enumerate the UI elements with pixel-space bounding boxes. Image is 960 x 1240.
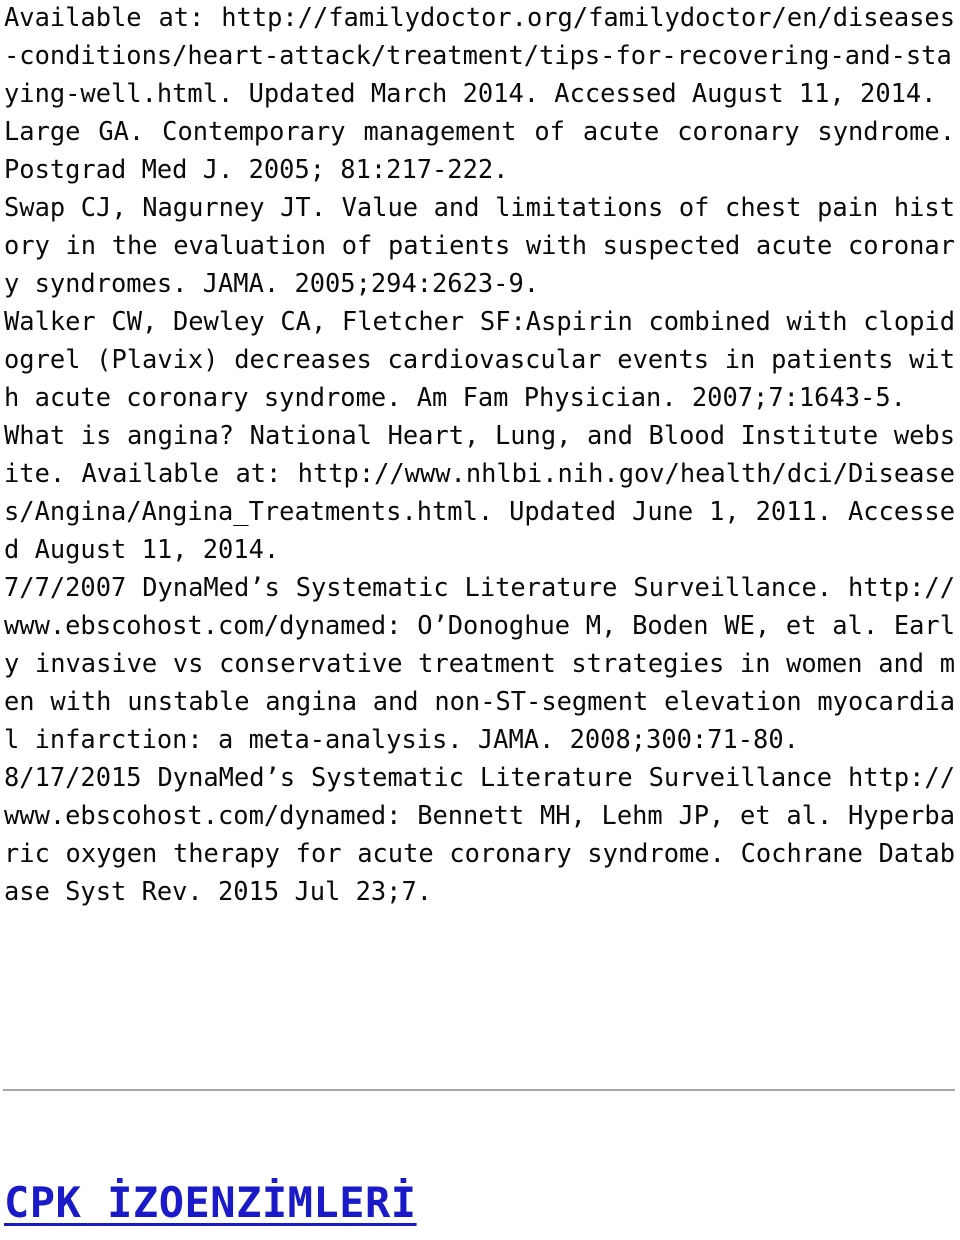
reference-list: Available at: http://familydoctor.org/fa… bbox=[4, 0, 955, 910]
reference-item: Swap CJ, Nagurney JT. Value and limitati… bbox=[4, 192, 955, 298]
document-page: Available at: http://familydoctor.org/fa… bbox=[0, 0, 960, 1240]
reference-item: Walker CW, Dewley CA, Fletcher SF:Aspiri… bbox=[4, 306, 955, 412]
reference-item: What is angina? National Heart, Lung, an… bbox=[4, 420, 955, 564]
reference-item: Available at: http://familydoctor.org/fa… bbox=[4, 2, 955, 108]
reference-item: 7/7/2007 DynaMed’s Systematic Literature… bbox=[4, 572, 955, 754]
reference-item: Large GA. Contemporary management of acu… bbox=[4, 116, 955, 184]
reference-item: 8/17/2015 DynaMed’s Systematic Literatur… bbox=[4, 762, 955, 906]
page-title: CPK İZOENZİMLERİ bbox=[4, 1178, 417, 1227]
section-divider bbox=[3, 1089, 955, 1091]
